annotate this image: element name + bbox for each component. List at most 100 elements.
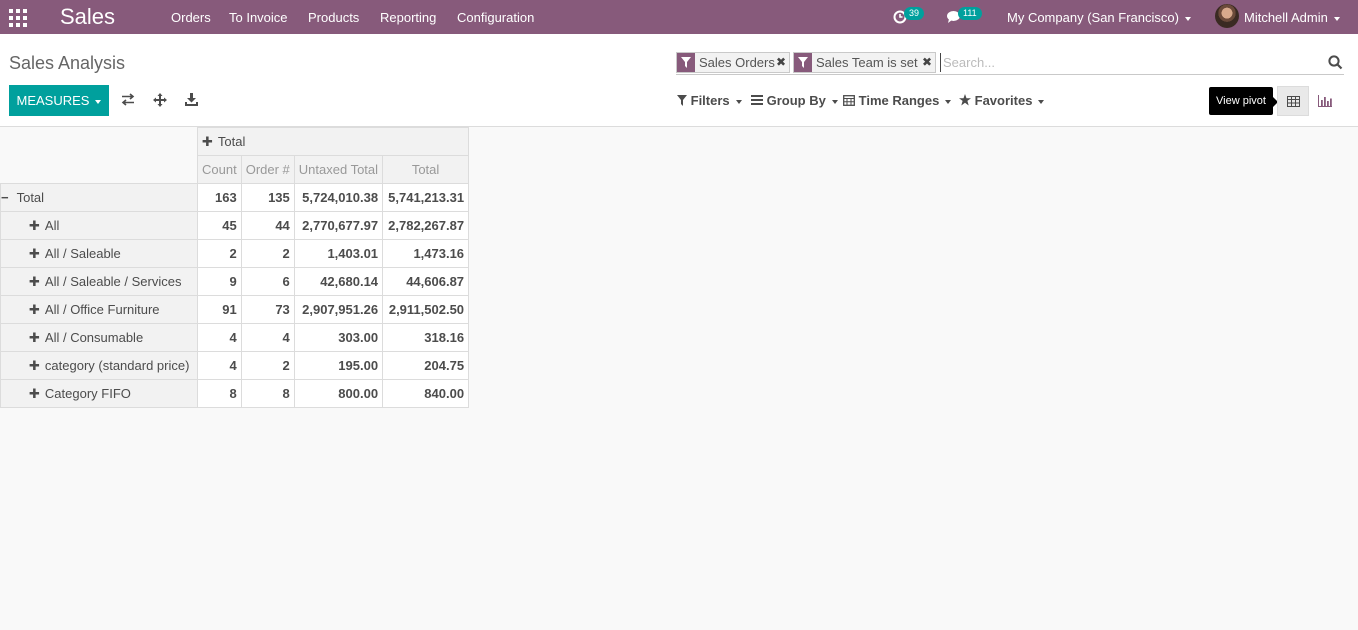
table-cell[interactable]: 44,606.87 xyxy=(382,267,470,296)
view-pivot-button[interactable] xyxy=(1277,86,1309,116)
facet-remove-icon[interactable]: ✖ xyxy=(922,55,932,69)
app-brand[interactable]: Sales xyxy=(60,4,115,30)
table-cell[interactable]: 8 xyxy=(197,379,242,408)
messaging-menu[interactable]: 111 xyxy=(946,7,991,27)
company-switcher[interactable]: My Company (San Francisco) xyxy=(1007,10,1191,25)
menu-reporting[interactable]: Reporting xyxy=(380,10,436,25)
groupby-button[interactable]: Group By xyxy=(751,93,838,108)
table-cell[interactable]: 73 xyxy=(240,295,295,324)
table-cell[interactable]: 42,680.14 xyxy=(293,267,384,296)
table-cell[interactable]: 800.00 xyxy=(293,379,384,408)
facet-remove-icon[interactable]: ✖ xyxy=(776,55,786,69)
search-input[interactable] xyxy=(940,53,1310,72)
table-row: ✚ category (standard price) 4 2 195.00 20… xyxy=(0,351,470,380)
measure-header-untaxed[interactable]: Untaxed Total xyxy=(293,155,384,184)
row-header[interactable]: ✚ All xyxy=(0,211,198,240)
table-row: ✚ All / Saleable / Services 9 6 42,680.14… xyxy=(0,267,470,296)
table-cell[interactable]: 2,770,677.97 xyxy=(293,211,384,240)
table-cell[interactable]: 840.00 xyxy=(382,379,470,408)
measure-header-count[interactable]: Count xyxy=(197,155,242,184)
groupby-label: Group By xyxy=(766,93,826,108)
chevron-down-icon xyxy=(95,99,102,104)
company-name: My Company (San Francisco) xyxy=(1007,10,1179,25)
chevron-down-icon xyxy=(1038,99,1045,104)
pivot-table: ✚ Total Count Order # Untaxed Total Total… xyxy=(0,127,470,408)
row-header[interactable]: ✚ All / Saleable / Services xyxy=(0,267,198,296)
menu-to-invoice[interactable]: To Invoice xyxy=(229,10,288,25)
top-navbar: Sales Orders To Invoice Products Reporti… xyxy=(0,0,1358,34)
table-cell[interactable]: 6 xyxy=(240,267,295,296)
table-cell[interactable]: 9 xyxy=(197,267,242,296)
view-graph-button[interactable] xyxy=(1309,86,1341,116)
measures-button[interactable]: MEASURES xyxy=(9,85,109,116)
row-header-total[interactable]: − Total xyxy=(0,183,198,212)
user-name: Mitchell Admin xyxy=(1244,10,1328,25)
expand-icon[interactable]: ✚ xyxy=(29,274,40,290)
table-cell[interactable]: 2,907,951.26 xyxy=(293,295,384,324)
measure-header-total[interactable]: Total xyxy=(382,155,470,184)
table-cell[interactable]: 5,741,213.31 xyxy=(382,183,470,212)
table-cell[interactable]: 163 xyxy=(197,183,242,212)
table-cell[interactable]: 1,473.16 xyxy=(382,239,470,268)
avatar[interactable] xyxy=(1215,4,1239,28)
row-label: Total xyxy=(16,190,45,205)
pivot-column-header[interactable]: ✚ Total xyxy=(196,127,470,156)
row-header[interactable]: ✚ Category FIFO xyxy=(0,379,198,408)
filters-button[interactable]: Filters xyxy=(677,93,742,108)
activity-menu[interactable]: 39 xyxy=(893,7,933,27)
row-header[interactable]: ✚ category (standard price) xyxy=(0,351,198,380)
collapse-icon[interactable]: − xyxy=(1,190,9,205)
table-cell[interactable]: 1,403.01 xyxy=(293,239,384,268)
table-cell[interactable]: 4 xyxy=(197,351,242,380)
expand-icon[interactable]: ✚ xyxy=(29,358,40,374)
search-icon[interactable] xyxy=(1328,55,1343,70)
row-header[interactable]: ✚ All / Saleable xyxy=(0,239,198,268)
facet-label: Sales Orders xyxy=(699,55,775,70)
expand-icon[interactable]: ✚ xyxy=(29,246,40,262)
table-cell[interactable]: 195.00 xyxy=(293,351,384,380)
expand-icon[interactable]: ✚ xyxy=(29,330,40,346)
table-cell[interactable]: 2,911,502.50 xyxy=(382,295,470,324)
table-cell[interactable]: 2 xyxy=(240,351,295,380)
row-label: All / Saleable xyxy=(44,245,121,261)
table-cell[interactable]: 44 xyxy=(240,211,295,240)
star-icon xyxy=(959,94,971,106)
expand-icon[interactable]: ✚ xyxy=(29,386,40,402)
table-cell[interactable]: 8 xyxy=(240,379,295,408)
table-cell[interactable]: 4 xyxy=(240,323,295,352)
row-label: All / Consumable xyxy=(44,329,144,345)
table-cell[interactable]: 2 xyxy=(197,239,242,268)
table-cell[interactable]: 204.75 xyxy=(382,351,470,380)
row-header[interactable]: ✚ All / Office Furniture xyxy=(0,295,198,324)
table-cell[interactable]: 45 xyxy=(197,211,242,240)
facet-sales-team: Sales Team is set ✖ xyxy=(793,52,936,73)
table-cell[interactable]: 303.00 xyxy=(293,323,384,352)
favorites-label: Favorites xyxy=(974,93,1033,108)
measure-header-order[interactable]: Order # xyxy=(240,155,295,184)
table-cell[interactable]: 318.16 xyxy=(382,323,470,352)
menu-products[interactable]: Products xyxy=(308,10,359,25)
time-ranges-button[interactable]: Time Ranges xyxy=(843,93,952,108)
table-cell[interactable]: 91 xyxy=(197,295,242,324)
expand-icon[interactable]: ✚ xyxy=(202,134,213,150)
apps-menu-icon[interactable] xyxy=(9,9,27,27)
user-menu[interactable]: Mitchell Admin xyxy=(1244,10,1340,25)
chevron-down-icon xyxy=(1184,16,1191,21)
table-cell[interactable]: 2 xyxy=(240,239,295,268)
table-cell[interactable]: 2,782,267.87 xyxy=(382,211,470,240)
table-cell[interactable]: 5,724,010.38 xyxy=(293,183,384,212)
download-icon[interactable] xyxy=(185,93,198,106)
facet-sales-orders: Sales Orders ✖ xyxy=(676,52,790,73)
menu-orders[interactable]: Orders xyxy=(171,10,211,25)
table-cell[interactable]: 135 xyxy=(240,183,295,212)
table-cell[interactable]: 4 xyxy=(197,323,242,352)
expand-icon[interactable]: ✚ xyxy=(29,302,40,318)
row-header[interactable]: ✚ All / Consumable xyxy=(0,323,198,352)
row-label: category (standard price) xyxy=(44,357,190,373)
flip-axis-icon[interactable] xyxy=(121,93,135,106)
row-label: All xyxy=(44,217,60,233)
expand-all-icon[interactable] xyxy=(153,93,167,107)
menu-configuration[interactable]: Configuration xyxy=(457,10,534,25)
expand-icon[interactable]: ✚ xyxy=(29,218,40,234)
favorites-button[interactable]: Favorites xyxy=(959,93,1045,108)
